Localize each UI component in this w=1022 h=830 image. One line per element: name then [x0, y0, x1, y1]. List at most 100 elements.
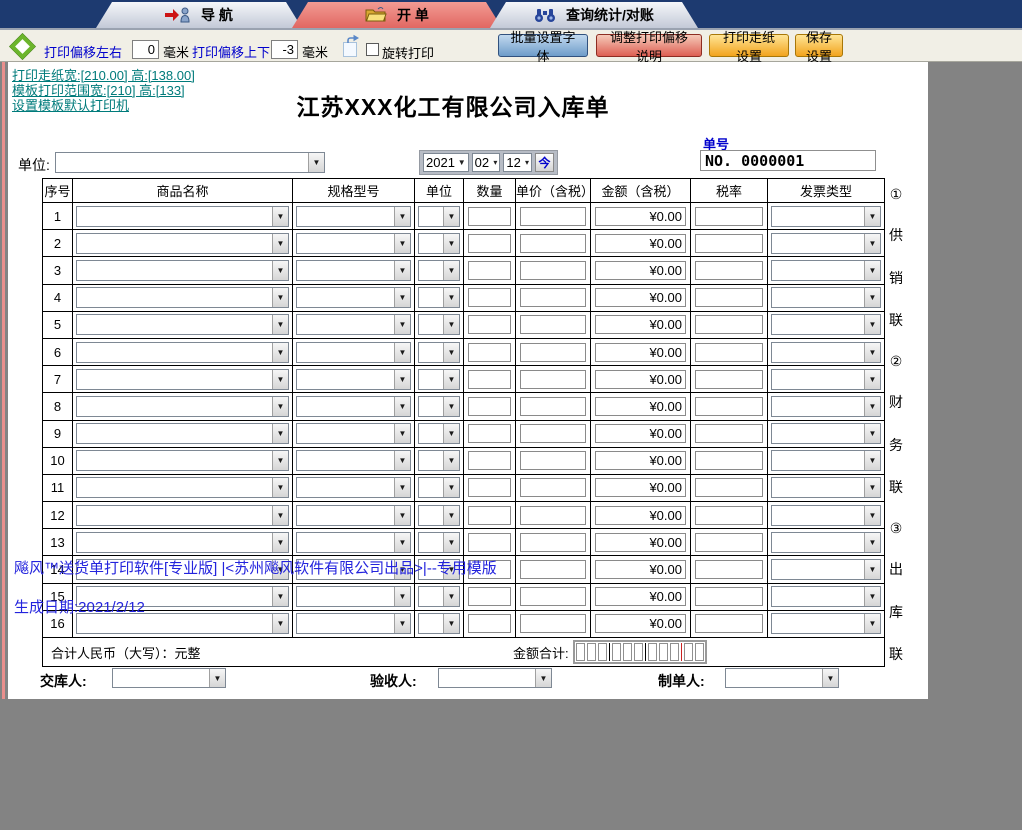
- tab-query-stats[interactable]: 查询统计/对账: [490, 2, 698, 28]
- amount-field[interactable]: ¥0.00: [595, 614, 686, 633]
- tax-rate-input[interactable]: [695, 343, 763, 362]
- tax-rate-input[interactable]: [695, 533, 763, 552]
- amount-field[interactable]: ¥0.00: [595, 424, 686, 443]
- invoice-type-select[interactable]: ▼: [771, 586, 881, 607]
- spec-model-select[interactable]: ▼: [296, 369, 411, 390]
- tax-rate-input[interactable]: [695, 560, 763, 579]
- amount-field[interactable]: ¥0.00: [595, 288, 686, 307]
- unit-select[interactable]: ▼: [418, 613, 460, 634]
- quantity-input[interactable]: [468, 288, 511, 307]
- spec-model-select[interactable]: ▼: [296, 206, 411, 227]
- unit-price-input[interactable]: [520, 343, 586, 362]
- quantity-input[interactable]: [468, 533, 511, 552]
- year-select[interactable]: 2021 ▼: [423, 153, 469, 172]
- amount-field[interactable]: ¥0.00: [595, 343, 686, 362]
- tab-navigation[interactable]: 导 航: [96, 2, 302, 28]
- invoice-type-select[interactable]: ▼: [771, 559, 881, 580]
- amount-field[interactable]: ¥0.00: [595, 370, 686, 389]
- tax-rate-input[interactable]: [695, 451, 763, 470]
- tax-rate-input[interactable]: [695, 397, 763, 416]
- unit-price-input[interactable]: [520, 370, 586, 389]
- unit-select[interactable]: ▼: [418, 260, 460, 281]
- product-name-select[interactable]: ▼: [76, 287, 289, 308]
- tax-rate-input[interactable]: [695, 587, 763, 606]
- amount-field[interactable]: ¥0.00: [595, 533, 686, 552]
- amount-field[interactable]: ¥0.00: [595, 315, 686, 334]
- quantity-input[interactable]: [468, 234, 511, 253]
- tax-rate-input[interactable]: [695, 261, 763, 280]
- invoice-type-select[interactable]: ▼: [771, 505, 881, 526]
- unit-price-input[interactable]: [520, 506, 586, 525]
- amount-field[interactable]: ¥0.00: [595, 587, 686, 606]
- quantity-input[interactable]: [468, 315, 511, 334]
- product-name-select[interactable]: ▼: [76, 369, 289, 390]
- quantity-input[interactable]: [468, 614, 511, 633]
- tax-rate-input[interactable]: [695, 370, 763, 389]
- tax-rate-input[interactable]: [695, 478, 763, 497]
- inspector-select[interactable]: ▼: [438, 668, 552, 688]
- spec-model-select[interactable]: ▼: [296, 450, 411, 471]
- quantity-input[interactable]: [468, 207, 511, 226]
- amount-field[interactable]: ¥0.00: [595, 478, 686, 497]
- spec-model-select[interactable]: ▼: [296, 287, 411, 308]
- offset-ud-input[interactable]: -3: [271, 40, 298, 59]
- quantity-input[interactable]: [468, 261, 511, 280]
- unit-select[interactable]: ▼: [418, 505, 460, 526]
- preparer-select[interactable]: ▼: [725, 668, 839, 688]
- unit-price-input[interactable]: [520, 533, 586, 552]
- invoice-type-select[interactable]: ▼: [771, 532, 881, 553]
- invoice-type-select[interactable]: ▼: [771, 613, 881, 634]
- unit-select[interactable]: ▼: [418, 287, 460, 308]
- unit-select[interactable]: ▼: [418, 369, 460, 390]
- product-name-select[interactable]: ▼: [76, 233, 289, 254]
- tax-rate-input[interactable]: [695, 424, 763, 443]
- unit-select[interactable]: ▼: [418, 342, 460, 363]
- invoice-type-select[interactable]: ▼: [771, 477, 881, 498]
- default-printer-link[interactable]: 设置模板默认打印机: [12, 95, 129, 114]
- amount-field[interactable]: ¥0.00: [595, 506, 686, 525]
- unit-price-input[interactable]: [520, 288, 586, 307]
- unit-price-input[interactable]: [520, 424, 586, 443]
- unit-price-input[interactable]: [520, 397, 586, 416]
- spec-model-select[interactable]: ▼: [296, 532, 411, 553]
- product-name-select[interactable]: ▼: [76, 477, 289, 498]
- quantity-input[interactable]: [468, 506, 511, 525]
- invoice-type-select[interactable]: ▼: [771, 314, 881, 335]
- quantity-input[interactable]: [468, 343, 511, 362]
- save-settings-button[interactable]: 保存设置: [795, 34, 843, 57]
- product-name-select[interactable]: ▼: [76, 206, 289, 227]
- product-name-select[interactable]: ▼: [76, 260, 289, 281]
- amount-field[interactable]: ¥0.00: [595, 261, 686, 280]
- tax-rate-input[interactable]: [695, 234, 763, 253]
- invoice-type-select[interactable]: ▼: [771, 396, 881, 417]
- spec-model-select[interactable]: ▼: [296, 586, 411, 607]
- unit-price-input[interactable]: [520, 614, 586, 633]
- unit-price-input[interactable]: [520, 207, 586, 226]
- invoice-type-select[interactable]: ▼: [771, 233, 881, 254]
- unit-select[interactable]: ▼: [418, 396, 460, 417]
- amount-field[interactable]: ¥0.00: [595, 207, 686, 226]
- spec-model-select[interactable]: ▼: [296, 477, 411, 498]
- invoice-type-select[interactable]: ▼: [771, 260, 881, 281]
- amount-field[interactable]: ¥0.00: [595, 560, 686, 579]
- unit-price-input[interactable]: [520, 315, 586, 334]
- unit-price-input[interactable]: [520, 587, 586, 606]
- month-select[interactable]: 02 ▾: [472, 153, 501, 172]
- spec-model-select[interactable]: ▼: [296, 396, 411, 417]
- tax-rate-input[interactable]: [695, 207, 763, 226]
- invoice-type-select[interactable]: ▼: [771, 287, 881, 308]
- unit-price-input[interactable]: [520, 451, 586, 470]
- deliverer-select[interactable]: ▼: [112, 668, 226, 688]
- paper-feed-settings-button[interactable]: 打印走纸设置: [709, 34, 789, 57]
- spec-model-select[interactable]: ▼: [296, 505, 411, 526]
- spec-model-select[interactable]: ▼: [296, 423, 411, 444]
- unit-price-input[interactable]: [520, 478, 586, 497]
- quantity-input[interactable]: [468, 370, 511, 389]
- product-name-select[interactable]: ▼: [76, 532, 289, 553]
- order-no-field[interactable]: NO. 0000001: [700, 150, 876, 171]
- product-name-select[interactable]: ▼: [76, 342, 289, 363]
- adjust-offset-help-button[interactable]: 调整打印偏移说明: [596, 34, 702, 57]
- unit-price-input[interactable]: [520, 234, 586, 253]
- product-name-select[interactable]: ▼: [76, 450, 289, 471]
- spec-model-select[interactable]: ▼: [296, 260, 411, 281]
